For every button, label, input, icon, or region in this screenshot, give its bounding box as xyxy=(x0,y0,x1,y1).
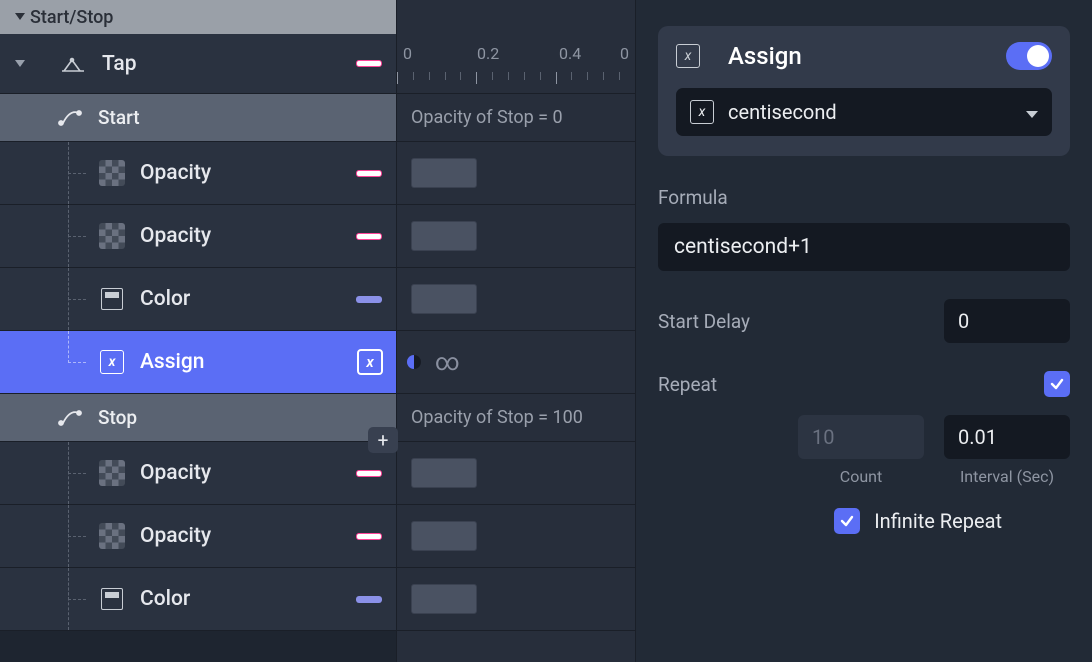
color-swatch[interactable] xyxy=(356,533,382,540)
action-row-opacity[interactable]: Opacity xyxy=(0,205,396,268)
infinity-icon: ∞ xyxy=(435,348,462,376)
color-swatch[interactable] xyxy=(356,596,382,603)
ruler-tick-label: 0.2 xyxy=(477,44,499,63)
variable-badge-icon: x xyxy=(357,349,383,375)
color-swatch[interactable] xyxy=(356,233,382,240)
ruler-tick-label: 0.4 xyxy=(559,44,581,63)
response-group-stop[interactable]: Stop + xyxy=(0,394,396,442)
action-row-color[interactable]: Color xyxy=(0,568,396,631)
inspector-title: Assign xyxy=(728,42,992,70)
caption-text: Opacity of Stop = 100 xyxy=(411,407,583,428)
repeat-count-input[interactable]: 10 xyxy=(798,415,924,459)
timeline-track[interactable] xyxy=(397,205,635,268)
repeat-interval-input[interactable]: 0.01 xyxy=(944,415,1070,459)
action-row-opacity[interactable]: Opacity xyxy=(0,142,396,205)
section-title: Start/Stop xyxy=(30,7,113,28)
ruler-ticks xyxy=(397,72,635,84)
variable-icon: x xyxy=(676,44,700,68)
caption-text: Opacity of Stop = 0 xyxy=(411,107,563,128)
color-swatch[interactable] xyxy=(356,60,382,67)
ruler-tick-label: 0 xyxy=(620,44,629,63)
color-swatch[interactable] xyxy=(356,170,382,177)
response-icon xyxy=(54,109,86,127)
action-label: Opacity xyxy=(140,461,211,485)
timeline-caption-stop: Opacity of Stop = 100 xyxy=(397,394,635,442)
response-icon xyxy=(54,409,86,427)
color-icon xyxy=(96,588,128,610)
keyframe-chip[interactable] xyxy=(411,521,477,551)
start-delay-value: 0 xyxy=(958,309,969,333)
repeat-count-value: 10 xyxy=(812,425,834,449)
opacity-icon xyxy=(96,523,128,549)
action-label: Opacity xyxy=(140,224,211,248)
repeat-interval-label: Interval (Sec) xyxy=(960,467,1054,486)
keyframe-chip[interactable] xyxy=(411,158,477,188)
inspector-panel: x Assign x centisecond Formula centiseco… xyxy=(636,0,1092,662)
trigger-label: Tap xyxy=(102,52,137,76)
timeline-track[interactable] xyxy=(397,568,635,631)
response-label: Stop xyxy=(98,406,137,429)
keyframe-dot-icon[interactable] xyxy=(407,355,421,369)
start-delay-input[interactable]: 0 xyxy=(944,299,1070,343)
chevron-down-icon xyxy=(1026,100,1038,124)
opacity-icon xyxy=(96,223,128,249)
response-group-start[interactable]: Start xyxy=(0,94,396,142)
assign-card: x Assign x centisecond xyxy=(658,26,1070,156)
timeline-ruler[interactable]: 0 0.2 0.4 0 xyxy=(397,34,635,94)
timeline-track[interactable] xyxy=(397,442,635,505)
timeline-track[interactable] xyxy=(397,505,635,568)
action-label: Opacity xyxy=(140,524,211,548)
action-row-opacity[interactable]: Opacity xyxy=(0,505,396,568)
timeline-track[interactable] xyxy=(397,142,635,205)
action-row-opacity[interactable]: Opacity xyxy=(0,442,396,505)
keyframe-chip[interactable] xyxy=(411,221,477,251)
action-label: Color xyxy=(140,587,190,611)
ruler-tick-label: 0 xyxy=(403,44,412,63)
trigger-icon xyxy=(58,54,90,74)
repeat-interval-value: 0.01 xyxy=(958,425,997,449)
color-swatch[interactable] xyxy=(356,470,382,477)
opacity-icon xyxy=(96,160,128,186)
variable-icon: x xyxy=(690,100,714,124)
response-label: Start xyxy=(98,106,140,129)
chevron-down-icon xyxy=(15,60,25,67)
color-icon xyxy=(96,288,128,310)
color-swatch[interactable] xyxy=(356,296,382,303)
trigger-row-tap[interactable]: Tap xyxy=(0,34,396,94)
chevron-down-icon xyxy=(10,13,30,21)
layer-tree-panel: Start/Stop Tap Start Opacity Opacity xyxy=(0,0,396,662)
keyframe-chip[interactable] xyxy=(411,584,477,614)
keyframe-chip[interactable] xyxy=(411,458,477,488)
repeat-label: Repeat xyxy=(658,373,1044,396)
infinite-repeat-checkbox[interactable] xyxy=(834,508,860,534)
action-label: Assign xyxy=(140,350,205,374)
action-row-color[interactable]: Color xyxy=(0,268,396,331)
assign-enabled-toggle[interactable] xyxy=(1006,42,1052,70)
action-row-assign[interactable]: x Assign x xyxy=(0,331,396,394)
repeat-checkbox[interactable] xyxy=(1044,371,1070,397)
formula-value: centisecond+1 xyxy=(674,235,812,259)
action-label: Color xyxy=(140,287,190,311)
opacity-icon xyxy=(96,460,128,486)
timeline-panel: 0 0.2 0.4 0 Opacity of Stop = 0 ∞ Opacit… xyxy=(396,0,636,662)
keyframe-chip[interactable] xyxy=(411,284,477,314)
action-label: Opacity xyxy=(140,161,211,185)
add-action-button[interactable]: + xyxy=(368,427,398,453)
variable-icon: x xyxy=(96,350,128,374)
start-delay-label: Start Delay xyxy=(658,310,944,333)
formula-input[interactable]: centisecond+1 xyxy=(658,223,1070,271)
section-header-startstop[interactable]: Start/Stop xyxy=(0,0,396,34)
timeline-caption-start: Opacity of Stop = 0 xyxy=(397,94,635,142)
formula-label: Formula xyxy=(658,186,1070,209)
infinite-repeat-label: Infinite Repeat xyxy=(874,509,1002,533)
repeat-count-label: Count xyxy=(840,467,882,486)
variable-dropdown[interactable]: x centisecond xyxy=(676,88,1052,136)
timeline-track[interactable] xyxy=(397,268,635,331)
timeline-track-assign[interactable]: ∞ xyxy=(397,331,635,394)
variable-name: centisecond xyxy=(728,100,837,124)
